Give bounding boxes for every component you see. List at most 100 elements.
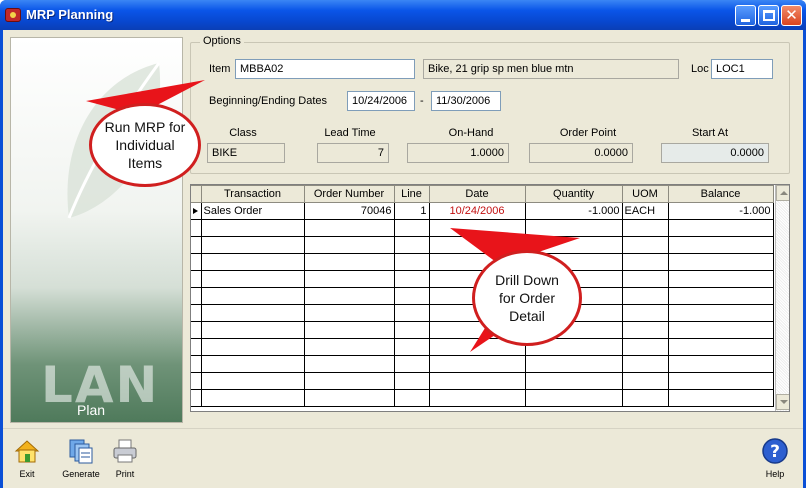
empty-cell[interactable] (393, 253, 430, 271)
column-header[interactable]: Transaction (200, 185, 305, 203)
empty-cell[interactable] (621, 236, 669, 254)
table-row-empty[interactable] (191, 219, 774, 237)
cell-order-number[interactable]: 70046 (303, 202, 395, 220)
empty-cell[interactable] (524, 219, 623, 237)
column-header[interactable]: Line (393, 185, 430, 203)
cell-date[interactable]: 10/24/2006 (428, 202, 526, 220)
empty-cell[interactable] (200, 389, 305, 407)
empty-cell[interactable] (524, 372, 623, 390)
empty-cell[interactable] (393, 338, 430, 356)
help-button[interactable]: ? Help (753, 437, 797, 485)
empty-cell[interactable] (393, 287, 430, 305)
empty-cell[interactable] (200, 236, 305, 254)
empty-cell[interactable] (303, 219, 395, 237)
row-selector[interactable] (191, 219, 202, 237)
empty-cell[interactable] (393, 304, 430, 322)
column-header[interactable]: Quantity (524, 185, 623, 203)
column-header[interactable]: Date (428, 185, 526, 203)
empty-cell[interactable] (303, 321, 395, 339)
row-selector[interactable] (191, 287, 202, 305)
empty-cell[interactable] (621, 338, 669, 356)
table-row-empty[interactable] (191, 253, 774, 271)
generate-button[interactable]: Generate (59, 437, 103, 485)
empty-cell[interactable] (667, 372, 774, 390)
row-selector[interactable] (191, 236, 202, 254)
empty-cell[interactable] (303, 389, 395, 407)
empty-cell[interactable] (621, 372, 669, 390)
loc-field[interactable]: LOC1 (711, 59, 773, 79)
empty-cell[interactable] (428, 372, 526, 390)
row-selector[interactable] (191, 389, 202, 407)
empty-cell[interactable] (428, 389, 526, 407)
empty-cell[interactable] (621, 253, 669, 271)
end-date-field[interactable]: 11/30/2006 (431, 91, 501, 111)
exit-button[interactable]: Exit (5, 437, 49, 485)
cell-uom[interactable]: EACH (621, 202, 669, 220)
empty-cell[interactable] (667, 321, 774, 339)
empty-cell[interactable] (667, 389, 774, 407)
empty-cell[interactable] (393, 270, 430, 288)
row-selector[interactable] (191, 253, 202, 271)
vertical-scrollbar[interactable] (775, 185, 789, 411)
row-selector[interactable] (191, 355, 202, 373)
empty-cell[interactable] (667, 219, 774, 237)
empty-cell[interactable] (393, 372, 430, 390)
cell-balance[interactable]: -1.000 (667, 202, 774, 220)
empty-cell[interactable] (200, 270, 305, 288)
close-button[interactable]: ✕ (781, 5, 802, 26)
empty-cell[interactable] (303, 236, 395, 254)
empty-cell[interactable] (303, 355, 395, 373)
empty-cell[interactable] (393, 321, 430, 339)
empty-cell[interactable] (621, 389, 669, 407)
empty-cell[interactable] (200, 287, 305, 305)
empty-cell[interactable] (667, 236, 774, 254)
empty-cell[interactable] (393, 355, 430, 373)
empty-cell[interactable] (621, 355, 669, 373)
item-field[interactable]: MBBA02 (235, 59, 415, 79)
empty-cell[interactable] (621, 287, 669, 305)
cell-quantity[interactable]: -1.000 (524, 202, 623, 220)
empty-cell[interactable] (393, 389, 430, 407)
empty-cell[interactable] (621, 321, 669, 339)
row-selector[interactable] (191, 304, 202, 322)
empty-cell[interactable] (200, 338, 305, 356)
empty-cell[interactable] (524, 355, 623, 373)
empty-cell[interactable] (393, 236, 430, 254)
empty-cell[interactable] (303, 287, 395, 305)
empty-cell[interactable] (200, 321, 305, 339)
title-bar[interactable]: MRP Planning ✕ (0, 0, 806, 30)
empty-cell[interactable] (303, 304, 395, 322)
scroll-up-button[interactable] (776, 185, 789, 201)
row-selector[interactable] (191, 321, 202, 339)
cell-transaction[interactable]: Sales Order (200, 202, 305, 220)
empty-cell[interactable] (303, 253, 395, 271)
empty-cell[interactable] (667, 338, 774, 356)
table-row-empty[interactable] (191, 389, 774, 407)
print-button[interactable]: Print (103, 437, 147, 485)
column-header[interactable]: Balance (667, 185, 774, 203)
empty-cell[interactable] (393, 219, 430, 237)
table-row-empty[interactable] (191, 355, 774, 373)
empty-cell[interactable] (428, 219, 526, 237)
empty-cell[interactable] (303, 338, 395, 356)
empty-cell[interactable] (667, 304, 774, 322)
column-header[interactable]: UOM (621, 185, 669, 203)
empty-cell[interactable] (303, 372, 395, 390)
empty-cell[interactable] (667, 355, 774, 373)
table-row-empty[interactable] (191, 338, 774, 356)
row-selector[interactable] (191, 202, 202, 220)
table-row-empty[interactable] (191, 372, 774, 390)
row-selector[interactable] (191, 338, 202, 356)
empty-cell[interactable] (621, 270, 669, 288)
empty-cell[interactable] (303, 270, 395, 288)
empty-cell[interactable] (200, 355, 305, 373)
maximize-button[interactable] (758, 5, 779, 26)
empty-cell[interactable] (200, 372, 305, 390)
empty-cell[interactable] (200, 253, 305, 271)
cell-line[interactable]: 1 (393, 202, 430, 220)
empty-cell[interactable] (667, 287, 774, 305)
minimize-button[interactable] (735, 5, 756, 26)
empty-cell[interactable] (621, 304, 669, 322)
empty-cell[interactable] (667, 253, 774, 271)
table-row[interactable]: Sales Order 70046 1 10/24/2006 -1.000 EACH -1.… (191, 202, 774, 220)
